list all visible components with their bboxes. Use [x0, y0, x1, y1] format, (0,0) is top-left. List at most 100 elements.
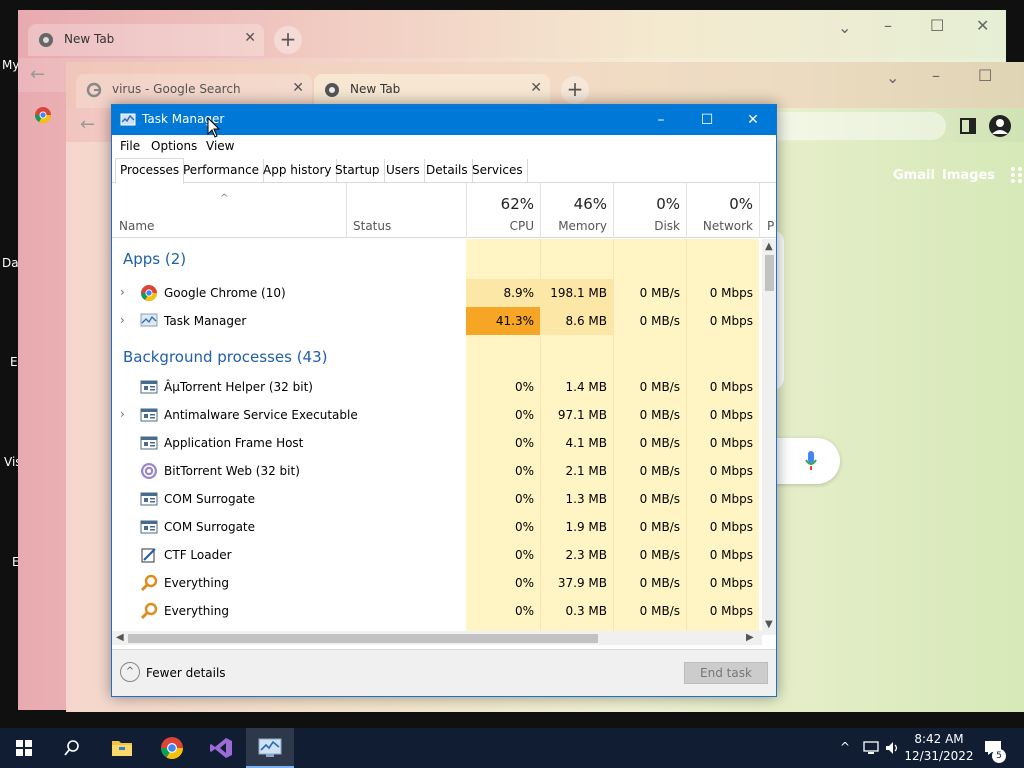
- process-row[interactable]: ÂµTorrent Helper (32 bit) 0% 1.4 MB 0 MB/s 0…: [112, 373, 764, 401]
- task-manager-window[interactable]: Task Manager – ☐ ✕ File Options View Pro…: [111, 104, 777, 697]
- back-arrow-icon[interactable]: ←: [30, 64, 45, 85]
- column-cpu[interactable]: 62% CPU: [466, 183, 540, 238]
- menu-view[interactable]: View: [206, 139, 234, 153]
- tab-new-tab-active[interactable]: New Tab ✕: [314, 74, 550, 108]
- footer: ^ Fewer details End task: [112, 649, 776, 696]
- close-icon[interactable]: ✕: [244, 30, 256, 46]
- chrome-taskbar-button[interactable]: [148, 728, 196, 768]
- scroll-left-icon[interactable]: ◀: [116, 632, 124, 643]
- new-tab-button[interactable]: +: [561, 76, 589, 104]
- maximize-icon[interactable]: ☐: [978, 66, 992, 85]
- maximize-button[interactable]: ☐: [684, 109, 730, 131]
- group-header-background[interactable]: Background processes (43): [112, 343, 764, 371]
- scroll-thumb[interactable]: [765, 255, 774, 291]
- tab-app-history[interactable]: App history: [259, 159, 337, 183]
- column-name[interactable]: Name: [119, 219, 154, 233]
- process-row[interactable]: COM Surrogate 0% 1.9 MB 0 MB/s 0 Mbps: [112, 513, 764, 541]
- volume-icon[interactable]: [885, 740, 901, 756]
- chrome-icon: [34, 107, 52, 124]
- column-network[interactable]: 0% Network: [686, 183, 759, 238]
- menu-file[interactable]: File: [120, 139, 140, 153]
- scroll-thumb[interactable]: [128, 634, 598, 643]
- system-clock[interactable]: 8:42 AM 12/31/2022: [904, 731, 974, 765]
- apps-grid-icon[interactable]: [1010, 166, 1024, 184]
- group-header-apps[interactable]: Apps (2): [112, 245, 764, 273]
- process-memory: 2.1 MB: [565, 464, 607, 478]
- tab-bar: Processes Performance App history Startu…: [112, 157, 776, 184]
- column-memory[interactable]: 46% Memory: [540, 183, 613, 238]
- close-icon[interactable]: ✕: [976, 16, 989, 35]
- scroll-up-icon[interactable]: ▲: [765, 241, 773, 252]
- process-row[interactable]: CTF Loader 0% 2.3 MB 0 MB/s 0 Mbps: [112, 541, 764, 569]
- microphone-icon[interactable]: [804, 450, 818, 472]
- disk-total: 0%: [656, 195, 680, 213]
- profile-avatar-icon[interactable]: [988, 114, 1012, 138]
- process-name: CTF Loader: [164, 548, 232, 562]
- column-power[interactable]: P: [759, 183, 776, 238]
- tab-processes[interactable]: Processes: [115, 158, 185, 184]
- fewer-details-button[interactable]: Fewer details: [146, 666, 226, 680]
- chevron-up-circle-icon[interactable]: ^: [120, 662, 140, 682]
- tab-new-tab[interactable]: New Tab ✕: [28, 24, 264, 56]
- close-button[interactable]: ✕: [730, 109, 776, 131]
- process-network: 0 Mbps: [709, 520, 753, 534]
- process-memory: 2.3 MB: [565, 548, 607, 562]
- power-label: P: [767, 219, 775, 233]
- menu-options[interactable]: Options: [151, 139, 197, 153]
- tab-details[interactable]: Details: [422, 159, 473, 183]
- images-link[interactable]: Images: [942, 168, 995, 183]
- column-disk[interactable]: 0% Disk: [613, 183, 686, 238]
- start-button[interactable]: [0, 728, 48, 768]
- gmail-link[interactable]: Gmail: [893, 168, 935, 183]
- mouse-cursor-icon: [207, 117, 221, 138]
- tab-services[interactable]: Services: [468, 159, 528, 183]
- process-row[interactable]: › Task Manager 41.3% 8.6 MB 0 MB/s 0 Mbps: [112, 307, 764, 335]
- network-icon[interactable]: [863, 740, 879, 756]
- maximize-icon[interactable]: ☐: [930, 16, 944, 35]
- google-g-icon: [86, 82, 102, 98]
- process-row[interactable]: › Google Chrome (10) 8.9% 198.1 MB 0 MB/s 0 M…: [112, 279, 764, 307]
- back-arrow-icon[interactable]: ←: [80, 114, 95, 135]
- search-button[interactable]: [48, 728, 96, 768]
- scroll-down-icon[interactable]: ▼: [765, 619, 773, 630]
- tab-startup[interactable]: Startup: [331, 159, 385, 183]
- new-tab-button[interactable]: +: [274, 26, 302, 54]
- visual-studio-button[interactable]: [197, 728, 245, 768]
- scroll-right-icon[interactable]: ▶: [746, 632, 754, 643]
- process-row[interactable]: Everything 0% 37.9 MB 0 MB/s 0 Mbps: [112, 569, 764, 597]
- desktop-icon-label[interactable]: E: [10, 355, 18, 369]
- task-manager-taskbar-button[interactable]: [246, 728, 294, 768]
- process-row[interactable]: BitTorrent Web (32 bit) 0% 2.1 MB 0 MB/s 0 M…: [112, 457, 764, 485]
- expand-chevron-icon[interactable]: ›: [120, 407, 125, 421]
- vertical-scrollbar[interactable]: ▲ ▼: [762, 239, 776, 635]
- process-row[interactable]: Application Frame Host 0% 4.1 MB 0 MB/s 0 Mb…: [112, 429, 764, 457]
- process-network: 0 Mbps: [709, 604, 753, 618]
- expand-chevron-icon[interactable]: ›: [120, 285, 125, 299]
- clock-date: 12/31/2022: [904, 749, 974, 763]
- tab-virus-google-search[interactable]: virus - Google Search ✕: [76, 74, 312, 108]
- desktop-icon-label[interactable]: Da: [2, 256, 19, 270]
- expand-chevron-icon[interactable]: ›: [120, 313, 125, 327]
- minimize-icon[interactable]: –: [932, 66, 940, 85]
- minimize-button[interactable]: –: [638, 109, 684, 131]
- tab-performance[interactable]: Performance: [179, 159, 265, 183]
- column-status[interactable]: Status: [346, 183, 466, 238]
- close-icon[interactable]: ✕: [530, 80, 542, 96]
- process-list[interactable]: Apps (2) Background processes (43) › Goog…: [112, 239, 764, 635]
- minimize-icon[interactable]: –: [884, 16, 892, 35]
- side-panel-icon[interactable]: [960, 118, 976, 134]
- process-row[interactable]: COM Surrogate 0% 1.3 MB 0 MB/s 0 Mbps: [112, 485, 764, 513]
- chevron-down-icon[interactable]: ⌄: [838, 18, 851, 37]
- process-name: Everything: [164, 604, 229, 618]
- process-cpu: 0%: [514, 576, 534, 590]
- close-icon[interactable]: ✕: [292, 80, 304, 96]
- process-row[interactable]: Everything 0% 0.3 MB 0 MB/s 0 Mbps: [112, 597, 764, 625]
- chevron-up-icon[interactable]: ^: [840, 740, 850, 754]
- chevron-down-icon[interactable]: ⌄: [886, 68, 899, 87]
- horizontal-scrollbar[interactable]: ◀ ▶: [112, 631, 762, 645]
- end-task-button[interactable]: End task: [684, 662, 768, 684]
- tab-users[interactable]: Users: [382, 159, 425, 183]
- file-explorer-button[interactable]: [98, 728, 146, 768]
- process-row[interactable]: › Antimalware Service Executable 0% 97.1 MB…: [112, 401, 764, 429]
- desktop-icon-label[interactable]: My: [2, 58, 19, 72]
